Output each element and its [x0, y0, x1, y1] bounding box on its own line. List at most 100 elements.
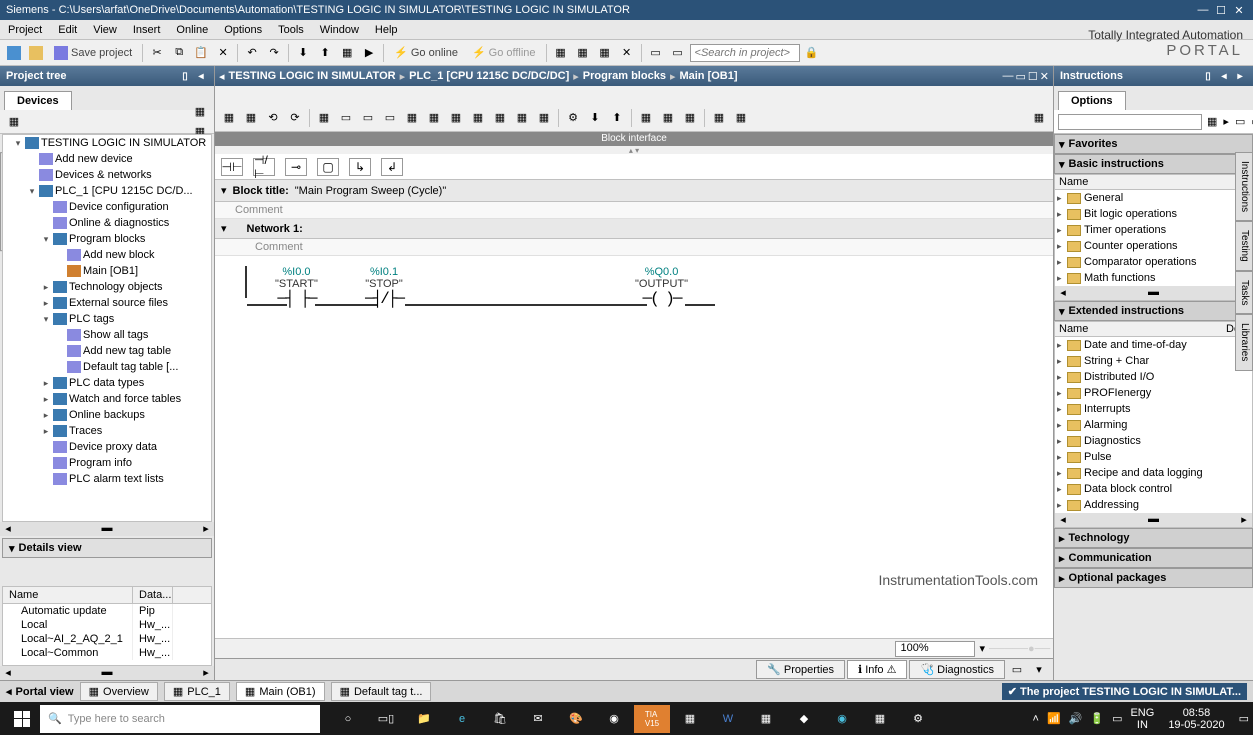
- search-button[interactable]: 🔒: [802, 43, 822, 63]
- instruction-folder[interactable]: ▸General: [1055, 190, 1252, 206]
- search-project-input[interactable]: [690, 44, 800, 62]
- tree-node[interactable]: Device configuration: [3, 199, 211, 215]
- chrome-icon[interactable]: ◉: [596, 705, 632, 733]
- editor-tb-icon[interactable]: ▦: [468, 108, 488, 128]
- maximize-button[interactable]: ☐: [1213, 3, 1229, 17]
- toolbar-icon[interactable]: ▭: [646, 43, 666, 63]
- word-icon[interactable]: W: [710, 705, 746, 733]
- details-row[interactable]: Local~CommonHw_...: [3, 646, 211, 660]
- zoom-dropdown-icon[interactable]: ▾: [979, 642, 985, 655]
- nav-back[interactable]: ◂: [219, 70, 225, 83]
- cut-button[interactable]: ✂: [147, 43, 167, 63]
- open-project-button[interactable]: [26, 43, 46, 63]
- explorer-icon[interactable]: 📁: [406, 705, 442, 733]
- editor-tb-icon[interactable]: ▦: [1029, 108, 1049, 128]
- instruction-folder[interactable]: ▸PROFIenergy: [1055, 385, 1252, 401]
- app-icon[interactable]: ◆: [786, 705, 822, 733]
- language-indicator[interactable]: ENGIN: [1130, 707, 1154, 731]
- scroll-left[interactable]: ◂: [0, 522, 16, 536]
- tree-node[interactable]: ▸External source files: [3, 295, 211, 311]
- fav-branch[interactable]: ↳: [349, 158, 371, 176]
- save-project-button[interactable]: Save project: [48, 46, 138, 60]
- editor-tb-icon[interactable]: ▦: [709, 108, 729, 128]
- paint-icon[interactable]: 🎨: [558, 705, 594, 733]
- notifications-icon[interactable]: ▭: [1239, 712, 1249, 725]
- section-communication[interactable]: ▸Communication: [1054, 548, 1253, 568]
- ladder-editor[interactable]: %I0.0"START"─┤ ├─%I0.1"STOP"─┤/├─%Q0.0"O…: [215, 256, 1053, 638]
- windows-search[interactable]: 🔍 Type here to search: [40, 705, 320, 733]
- editor-tb-icon[interactable]: ▦: [219, 108, 239, 128]
- store-icon[interactable]: 🛍: [482, 705, 518, 733]
- tree-node[interactable]: Add new device: [3, 151, 211, 167]
- crumb-main[interactable]: Main [OB1]: [679, 70, 737, 82]
- menu-online[interactable]: Online: [168, 20, 216, 39]
- project-tree[interactable]: ▾TESTING LOGIC IN SIMULATORAdd new devic…: [2, 134, 212, 522]
- mail-icon[interactable]: ✉: [520, 705, 556, 733]
- details-row[interactable]: LocalHw_...: [3, 618, 211, 632]
- menu-help[interactable]: Help: [367, 20, 406, 39]
- block-title-value[interactable]: "Main Program Sweep (Cycle)": [295, 185, 446, 197]
- details-col-name[interactable]: Name: [3, 587, 133, 603]
- tree-node[interactable]: ▸Watch and force tables: [3, 391, 211, 407]
- crumb-plc[interactable]: PLC_1 [CPU 1215C DC/DC/DC]: [409, 70, 569, 82]
- tree-node[interactable]: Devices & networks: [3, 167, 211, 183]
- toolbar-icon[interactable]: ✕: [617, 43, 637, 63]
- tree-grid-button[interactable]: ▦: [190, 102, 210, 122]
- tree-node[interactable]: Show all tags: [3, 327, 211, 343]
- network-label[interactable]: Network 1:: [247, 223, 303, 235]
- section-basic[interactable]: ▾Basic instructions: [1054, 154, 1253, 174]
- editor-tb-icon[interactable]: ▦: [512, 108, 532, 128]
- block-comment[interactable]: Comment: [215, 202, 1053, 219]
- undo-button[interactable]: ↶: [242, 43, 262, 63]
- start-button[interactable]: [4, 705, 40, 733]
- tab-info[interactable]: ℹ Info ⚠: [847, 660, 907, 679]
- tree-node[interactable]: PLC alarm text lists: [3, 471, 211, 487]
- editor-tb-icon[interactable]: ▦: [731, 108, 751, 128]
- details-col-data[interactable]: Data...: [133, 587, 173, 603]
- menu-options[interactable]: Options: [216, 20, 270, 39]
- cortana-icon[interactable]: ○: [330, 705, 366, 733]
- fav-nc-contact[interactable]: ⊣/⊢: [253, 158, 275, 176]
- app-icon[interactable]: ▦: [862, 705, 898, 733]
- ladder-contact[interactable]: %I0.0"START"─┤ ├─: [275, 266, 318, 308]
- tree-node[interactable]: ▾PLC_1 [CPU 1215C DC/D...: [3, 183, 211, 199]
- tree-node[interactable]: ▾Program blocks: [3, 231, 211, 247]
- instruction-folder[interactable]: ▸Bit logic operations: [1055, 206, 1252, 222]
- open-doc-plc[interactable]: ▦ PLC_1: [164, 682, 230, 701]
- editor-tb-icon[interactable]: ▭: [336, 108, 356, 128]
- app-icon[interactable]: ⚙: [900, 705, 936, 733]
- menu-edit[interactable]: Edit: [50, 20, 85, 39]
- instruction-folder[interactable]: ▸Interrupts: [1055, 401, 1252, 417]
- instruction-folder[interactable]: ▸Addressing: [1055, 497, 1252, 513]
- tab-properties[interactable]: 🔧 Properties: [756, 660, 845, 679]
- instruction-folder[interactable]: ▸Date and time-of-day: [1055, 337, 1252, 353]
- tree-view-button[interactable]: ▦: [4, 112, 24, 132]
- instruction-folder[interactable]: ▸Alarming: [1055, 417, 1252, 433]
- editor-tb-icon[interactable]: ▦: [490, 108, 510, 128]
- editor-max-button[interactable]: ☐: [1028, 70, 1038, 83]
- options-tab[interactable]: Options: [1058, 91, 1126, 110]
- section-extended[interactable]: ▾Extended instructions: [1054, 301, 1253, 321]
- crumb-project[interactable]: TESTING LOGIC IN SIMULATOR: [229, 70, 396, 82]
- tree-node[interactable]: ▾PLC tags: [3, 311, 211, 327]
- close-button[interactable]: ✕: [1231, 3, 1247, 17]
- editor-tb-icon[interactable]: ▦: [314, 108, 334, 128]
- devices-tab[interactable]: Devices: [4, 91, 72, 110]
- menu-window[interactable]: Window: [312, 20, 367, 39]
- instruction-folder[interactable]: ▸Pulse: [1055, 449, 1252, 465]
- delete-button[interactable]: ✕: [213, 43, 233, 63]
- simulate-button[interactable]: ▶: [359, 43, 379, 63]
- tray-up-icon[interactable]: ˄: [1033, 713, 1039, 725]
- inspector-toggle[interactable]: ▾: [1029, 660, 1049, 680]
- menu-project[interactable]: Project: [0, 20, 50, 39]
- tree-node[interactable]: ▸Traces: [3, 423, 211, 439]
- menu-view[interactable]: View: [85, 20, 125, 39]
- instruction-folder[interactable]: ▸Diagnostics: [1055, 433, 1252, 449]
- editor-tb-icon[interactable]: ▦: [534, 108, 554, 128]
- new-project-button[interactable]: [4, 43, 24, 63]
- block-interface-bar[interactable]: Block interface: [215, 132, 1053, 146]
- details-row[interactable]: Automatic updatePip: [3, 604, 211, 618]
- network-caret[interactable]: ▾: [221, 222, 227, 235]
- details-row[interactable]: Local~AI_2_AQ_2_1Hw_...: [3, 632, 211, 646]
- section-favorites[interactable]: ▾Favorites: [1054, 134, 1253, 154]
